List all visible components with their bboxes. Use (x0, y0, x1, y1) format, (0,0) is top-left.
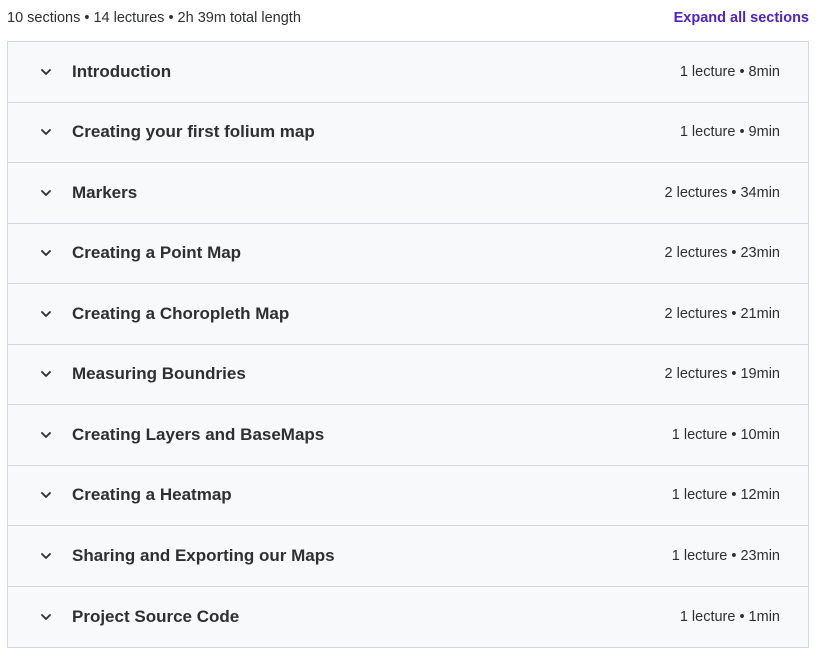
section-row[interactable]: Creating a Heatmap 1 lecture • 12min (8, 465, 808, 526)
section-meta: 1 lecture • 1min (679, 608, 780, 625)
section-row[interactable]: Creating Layers and BaseMaps 1 lecture •… (8, 405, 808, 466)
section-row[interactable]: Markers 2 lectures • 34min (8, 163, 808, 224)
section-meta: 1 lecture • 9min (679, 124, 780, 141)
section-row[interactable]: Creating a Point Map 2 lectures • 23min (8, 223, 808, 284)
section-title: Markers (72, 182, 138, 202)
chevron-down-icon[interactable] (39, 65, 53, 79)
section-title: Creating a Point Map (72, 243, 242, 263)
section-row[interactable]: Measuring Boundries 2 lectures • 19min (8, 344, 808, 405)
chevron-down-icon[interactable] (39, 307, 53, 321)
section-meta: 1 lecture • 8min (679, 63, 780, 80)
chevron-down-icon[interactable] (39, 367, 53, 381)
section-title: Creating Layers and BaseMaps (72, 424, 325, 444)
curriculum-summary: 10 sections • 14 lectures • 2h 39m total… (7, 10, 301, 26)
section-meta: 2 lectures • 23min (664, 245, 781, 262)
section-row[interactable]: Introduction 1 lecture • 8min (8, 42, 808, 103)
section-row[interactable]: Creating your first folium map 1 lecture… (8, 102, 808, 163)
chevron-down-icon[interactable] (39, 428, 53, 442)
chevron-down-icon[interactable] (39, 246, 53, 260)
section-meta: 1 lecture • 12min (671, 487, 780, 504)
section-row[interactable]: Project Source Code 1 lecture • 1min (8, 586, 808, 647)
section-title: Project Source Code (72, 606, 240, 626)
section-title: Introduction (72, 61, 172, 81)
section-row[interactable]: Sharing and Exporting our Maps 1 lecture… (8, 526, 808, 587)
section-meta: 2 lectures • 21min (664, 305, 781, 322)
chevron-down-icon[interactable] (39, 549, 53, 563)
chevron-down-icon[interactable] (39, 610, 53, 624)
section-meta: 2 lectures • 19min (664, 366, 781, 383)
section-row[interactable]: Creating a Choropleth Map 2 lectures • 2… (8, 284, 808, 345)
section-title: Creating a Heatmap (72, 485, 232, 505)
section-title: Sharing and Exporting our Maps (72, 545, 335, 565)
section-meta: 1 lecture • 23min (671, 547, 780, 564)
section-title: Creating your first folium map (72, 122, 315, 142)
chevron-down-icon[interactable] (39, 186, 53, 200)
curriculum-section-list: Introduction 1 lecture • 8min Creating y… (7, 41, 809, 648)
section-title: Measuring Boundries (72, 364, 246, 384)
chevron-down-icon[interactable] (39, 488, 53, 502)
curriculum-summary-bar: 10 sections • 14 lectures • 2h 39m total… (7, 0, 809, 36)
expand-all-sections-button[interactable]: Expand all sections (674, 10, 809, 26)
chevron-down-icon[interactable] (39, 125, 53, 139)
course-content-page: 10 sections • 14 lectures • 2h 39m total… (0, 0, 817, 649)
section-meta: 1 lecture • 10min (671, 426, 780, 443)
section-meta: 2 lectures • 34min (664, 184, 781, 201)
section-title: Creating a Choropleth Map (72, 303, 290, 323)
